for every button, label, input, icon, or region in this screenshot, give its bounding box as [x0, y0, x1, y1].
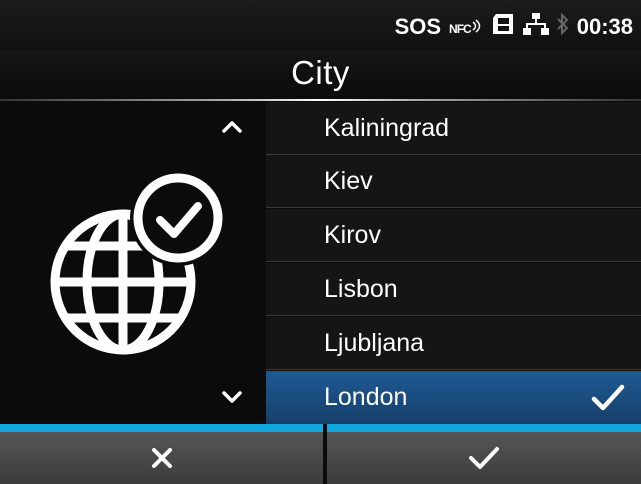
list-item-label: Kaliningrad	[324, 114, 450, 142]
scroll-up-icon[interactable]	[219, 114, 245, 140]
list-item[interactable]: Lisbon	[266, 263, 641, 316]
list-item[interactable]: Ljubljana	[266, 317, 641, 370]
footer-bar	[0, 424, 641, 484]
list-item-label: Ljubljana	[324, 329, 425, 357]
cancel-button[interactable]	[0, 432, 323, 484]
list-item[interactable]: Kaliningrad	[266, 102, 641, 155]
scroll-down-icon[interactable]	[219, 384, 245, 410]
clock-time: 00:38	[576, 14, 633, 39]
nfc-icon: NFC	[449, 18, 483, 36]
city-list: Kaliningrad Kiev Kirov Lisbon Ljubljana …	[266, 102, 641, 424]
sd-card-icon	[491, 13, 515, 41]
status-bar: SOS NFC 00:38	[0, 0, 641, 50]
title-underline	[0, 99, 641, 101]
selected-check-icon	[591, 384, 625, 411]
cancel-x-icon	[151, 448, 172, 468]
list-item-label: London	[324, 383, 408, 411]
left-panel	[0, 102, 266, 424]
list-item-selected[interactable]: London	[266, 371, 641, 424]
status-icons: SOS NFC 00:38	[395, 12, 633, 42]
list-item-label: Kiev	[324, 167, 373, 195]
bluetooth-icon	[557, 12, 569, 41]
confirm-button[interactable]	[327, 432, 641, 484]
network-icon	[522, 12, 549, 42]
globe-clock-icon	[50, 170, 226, 355]
list-item-label: Kirov	[324, 221, 381, 249]
list-item-label: Lisbon	[324, 275, 398, 303]
sos-indicator: SOS	[394, 14, 442, 39]
list-item[interactable]: Kirov	[266, 209, 641, 262]
list-item[interactable]: Kiev	[266, 155, 641, 208]
accent-bar	[0, 424, 641, 432]
confirm-check-icon	[469, 447, 499, 469]
page-title: City	[291, 54, 350, 91]
